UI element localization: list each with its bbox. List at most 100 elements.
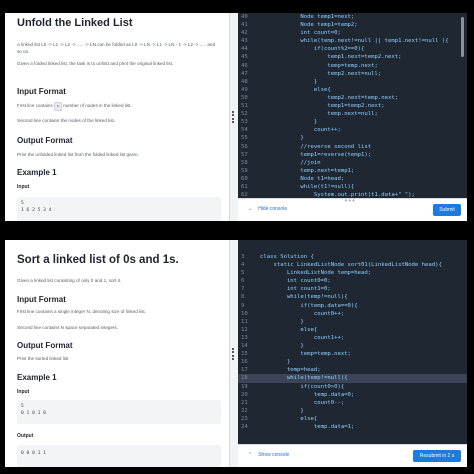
submit-button[interactable]: Submit	[433, 204, 461, 216]
code-text[interactable]: count0--;	[260, 400, 344, 406]
code-line[interactable]: 53 }	[238, 118, 467, 126]
code-text[interactable]: temp=head;	[260, 367, 321, 373]
code-line[interactable]: 59 temp.next=temp1;	[238, 167, 467, 175]
code-line[interactable]: 19 if(count0>0){	[238, 383, 467, 391]
code-line[interactable]: 43 while(temp.next!=null || temp1.next!=…	[238, 37, 467, 45]
code-text[interactable]: }	[260, 343, 303, 349]
code-line[interactable]: 42 int count=0;	[238, 29, 467, 37]
code-line[interactable]: 17 temp=head;	[238, 366, 467, 374]
code-line[interactable]: 40 Node temp1=next;	[238, 13, 467, 21]
code-line[interactable]: 52 temp.next=null;	[238, 110, 467, 118]
code-line[interactable]: 55 }	[238, 134, 467, 142]
code-line[interactable]: 58 //join	[238, 159, 467, 167]
code-text[interactable]: temp.next=temp1;	[260, 168, 354, 174]
code-text[interactable]: while(temp!=null){	[260, 294, 348, 300]
code-text[interactable]: temp1.next=temp2.next;	[260, 54, 401, 60]
code-text[interactable]: while(temp.next!=null || temp1.next!=nul…	[260, 38, 448, 44]
code-text[interactable]: temp1=reverse(temp1);	[260, 152, 371, 158]
code-line[interactable]: 24 temp.data=1;	[238, 423, 467, 431]
code-text[interactable]: }	[260, 119, 317, 125]
code-text[interactable]: count++;	[260, 127, 341, 133]
code-text[interactable]: while(t1!=null){	[260, 184, 354, 190]
code-line[interactable]: 46 temp=temp.next;	[238, 62, 467, 70]
resize-dots-icon[interactable]: •••	[345, 196, 356, 205]
code-text[interactable]: static LinkedListNode sort01(LinkedListN…	[260, 262, 441, 268]
code-line[interactable]: 12 else{	[238, 326, 467, 334]
code-text[interactable]: if(temp.data==0){	[260, 303, 357, 309]
code-text[interactable]: while(temp!=null){	[260, 375, 348, 381]
code-text[interactable]: }	[260, 79, 317, 85]
code-text[interactable]: }	[260, 135, 303, 141]
code-text[interactable]: int count1=0;	[260, 286, 331, 292]
code-text[interactable]: count0++;	[260, 311, 344, 317]
code-line[interactable]: 41 Node temp1=temp2;	[238, 21, 467, 29]
code-line[interactable]: 7 int count1=0;	[238, 285, 467, 293]
code-text[interactable]: int count=0;	[260, 30, 340, 36]
code-line[interactable]: 20 temp.data=0;	[238, 391, 467, 399]
editor-scrollbar[interactable]	[461, 17, 464, 57]
code-line[interactable]: 23 else{	[238, 415, 467, 423]
code-text[interactable]: }	[260, 408, 303, 414]
code-line[interactable]: 44 if(count%2==0){	[238, 45, 467, 53]
code-area[interactable]: 3 class Solution {4 static LinkedListNode…	[238, 240, 467, 445]
code-line[interactable]: 13 count1++;	[238, 334, 467, 342]
code-line[interactable]: 22 }	[238, 407, 467, 415]
code-line[interactable]: 50 temp2.next=temp.next;	[238, 94, 467, 102]
code-text[interactable]: else{	[260, 327, 317, 333]
code-line[interactable]: 49 else{	[238, 86, 467, 94]
code-text[interactable]: class Solution {	[260, 254, 314, 260]
code-line[interactable]: 4 static LinkedListNode sort01(LinkedLis…	[238, 261, 467, 269]
code-text[interactable]: if(count0>0){	[260, 384, 344, 390]
code-line[interactable]: 16 }	[238, 358, 467, 366]
code-line[interactable]: 18 while(temp!=null){	[238, 374, 467, 383]
code-text[interactable]: //join	[260, 160, 320, 166]
code-line[interactable]: 5 LinkedListNode temp=head;	[238, 269, 467, 277]
console-toggle[interactable]: ⌄ Hide console	[248, 206, 287, 212]
code-editor[interactable]: 3 class Solution {4 static LinkedListNode…	[238, 240, 467, 467]
code-line[interactable]: 21 count0--;	[238, 399, 467, 407]
code-text[interactable]: temp=temp.next;	[260, 351, 351, 357]
code-line[interactable]: 9 if(temp.data==0){	[238, 302, 467, 310]
code-text[interactable]: count1++;	[260, 335, 344, 341]
pane-divider[interactable]	[229, 240, 238, 467]
code-line[interactable]: 8 while(temp!=null){	[238, 293, 467, 301]
code-text[interactable]: LinkedListNode temp=head;	[260, 270, 371, 276]
code-line[interactable]: 15 temp=temp.next;	[238, 350, 467, 358]
code-text[interactable]: else{	[260, 87, 331, 93]
code-line[interactable]: 3 class Solution {	[238, 253, 467, 261]
code-text[interactable]: Node temp1=temp2;	[260, 22, 357, 28]
code-text[interactable]: temp.data=0;	[260, 392, 354, 398]
code-line[interactable]: 56 //reverse second list	[238, 143, 467, 151]
drag-handle-icon[interactable]	[232, 111, 237, 123]
pane-divider[interactable]	[229, 13, 238, 221]
code-line[interactable]: 11 }	[238, 318, 467, 326]
code-line[interactable]: 61 while(t1!=null){	[238, 183, 467, 191]
code-text[interactable]: Node t1=head;	[260, 176, 344, 182]
resubmit-button[interactable]: Resubmit in 2 s	[413, 450, 461, 462]
code-text[interactable]: Node temp1=next;	[260, 14, 354, 20]
code-text[interactable]: }	[260, 359, 290, 365]
code-text[interactable]: temp.next=null;	[260, 111, 378, 117]
code-text[interactable]: else{	[260, 416, 317, 422]
code-text[interactable]: temp1=temp2.next;	[260, 103, 384, 109]
drag-handle-icon[interactable]	[232, 347, 237, 360]
code-text[interactable]: temp.data=1;	[260, 424, 354, 430]
code-text[interactable]: if(count%2==0){	[260, 46, 365, 52]
code-text[interactable]: }	[260, 319, 303, 325]
code-text[interactable]: temp2.next=null;	[260, 71, 381, 77]
code-line[interactable]: 45 temp1.next=temp2.next;	[238, 53, 467, 61]
code-text[interactable]: temp=temp.next;	[260, 63, 378, 69]
code-text[interactable]: int count0=0;	[260, 278, 331, 284]
code-editor[interactable]: 40 Node temp1=next; 41 Node temp1=temp2; 4…	[238, 13, 467, 221]
code-line[interactable]: 51 temp1=temp2.next;	[238, 102, 467, 110]
code-line[interactable]: 48 }	[238, 78, 467, 86]
code-line[interactable]: 47 temp2.next=null;	[238, 70, 467, 78]
code-line[interactable]: 14 }	[238, 342, 467, 350]
code-line[interactable]: 57 temp1=reverse(temp1);	[238, 151, 467, 159]
console-toggle[interactable]: ⌃ Show console	[248, 452, 289, 458]
code-text[interactable]: //reverse second list	[260, 144, 371, 150]
code-line[interactable]: 10 count0++;	[238, 310, 467, 318]
code-text[interactable]: temp2.next=temp.next;	[260, 95, 398, 101]
code-line[interactable]: 6 int count0=0;	[238, 277, 467, 285]
code-line[interactable]: 60 Node t1=head;	[238, 175, 467, 183]
